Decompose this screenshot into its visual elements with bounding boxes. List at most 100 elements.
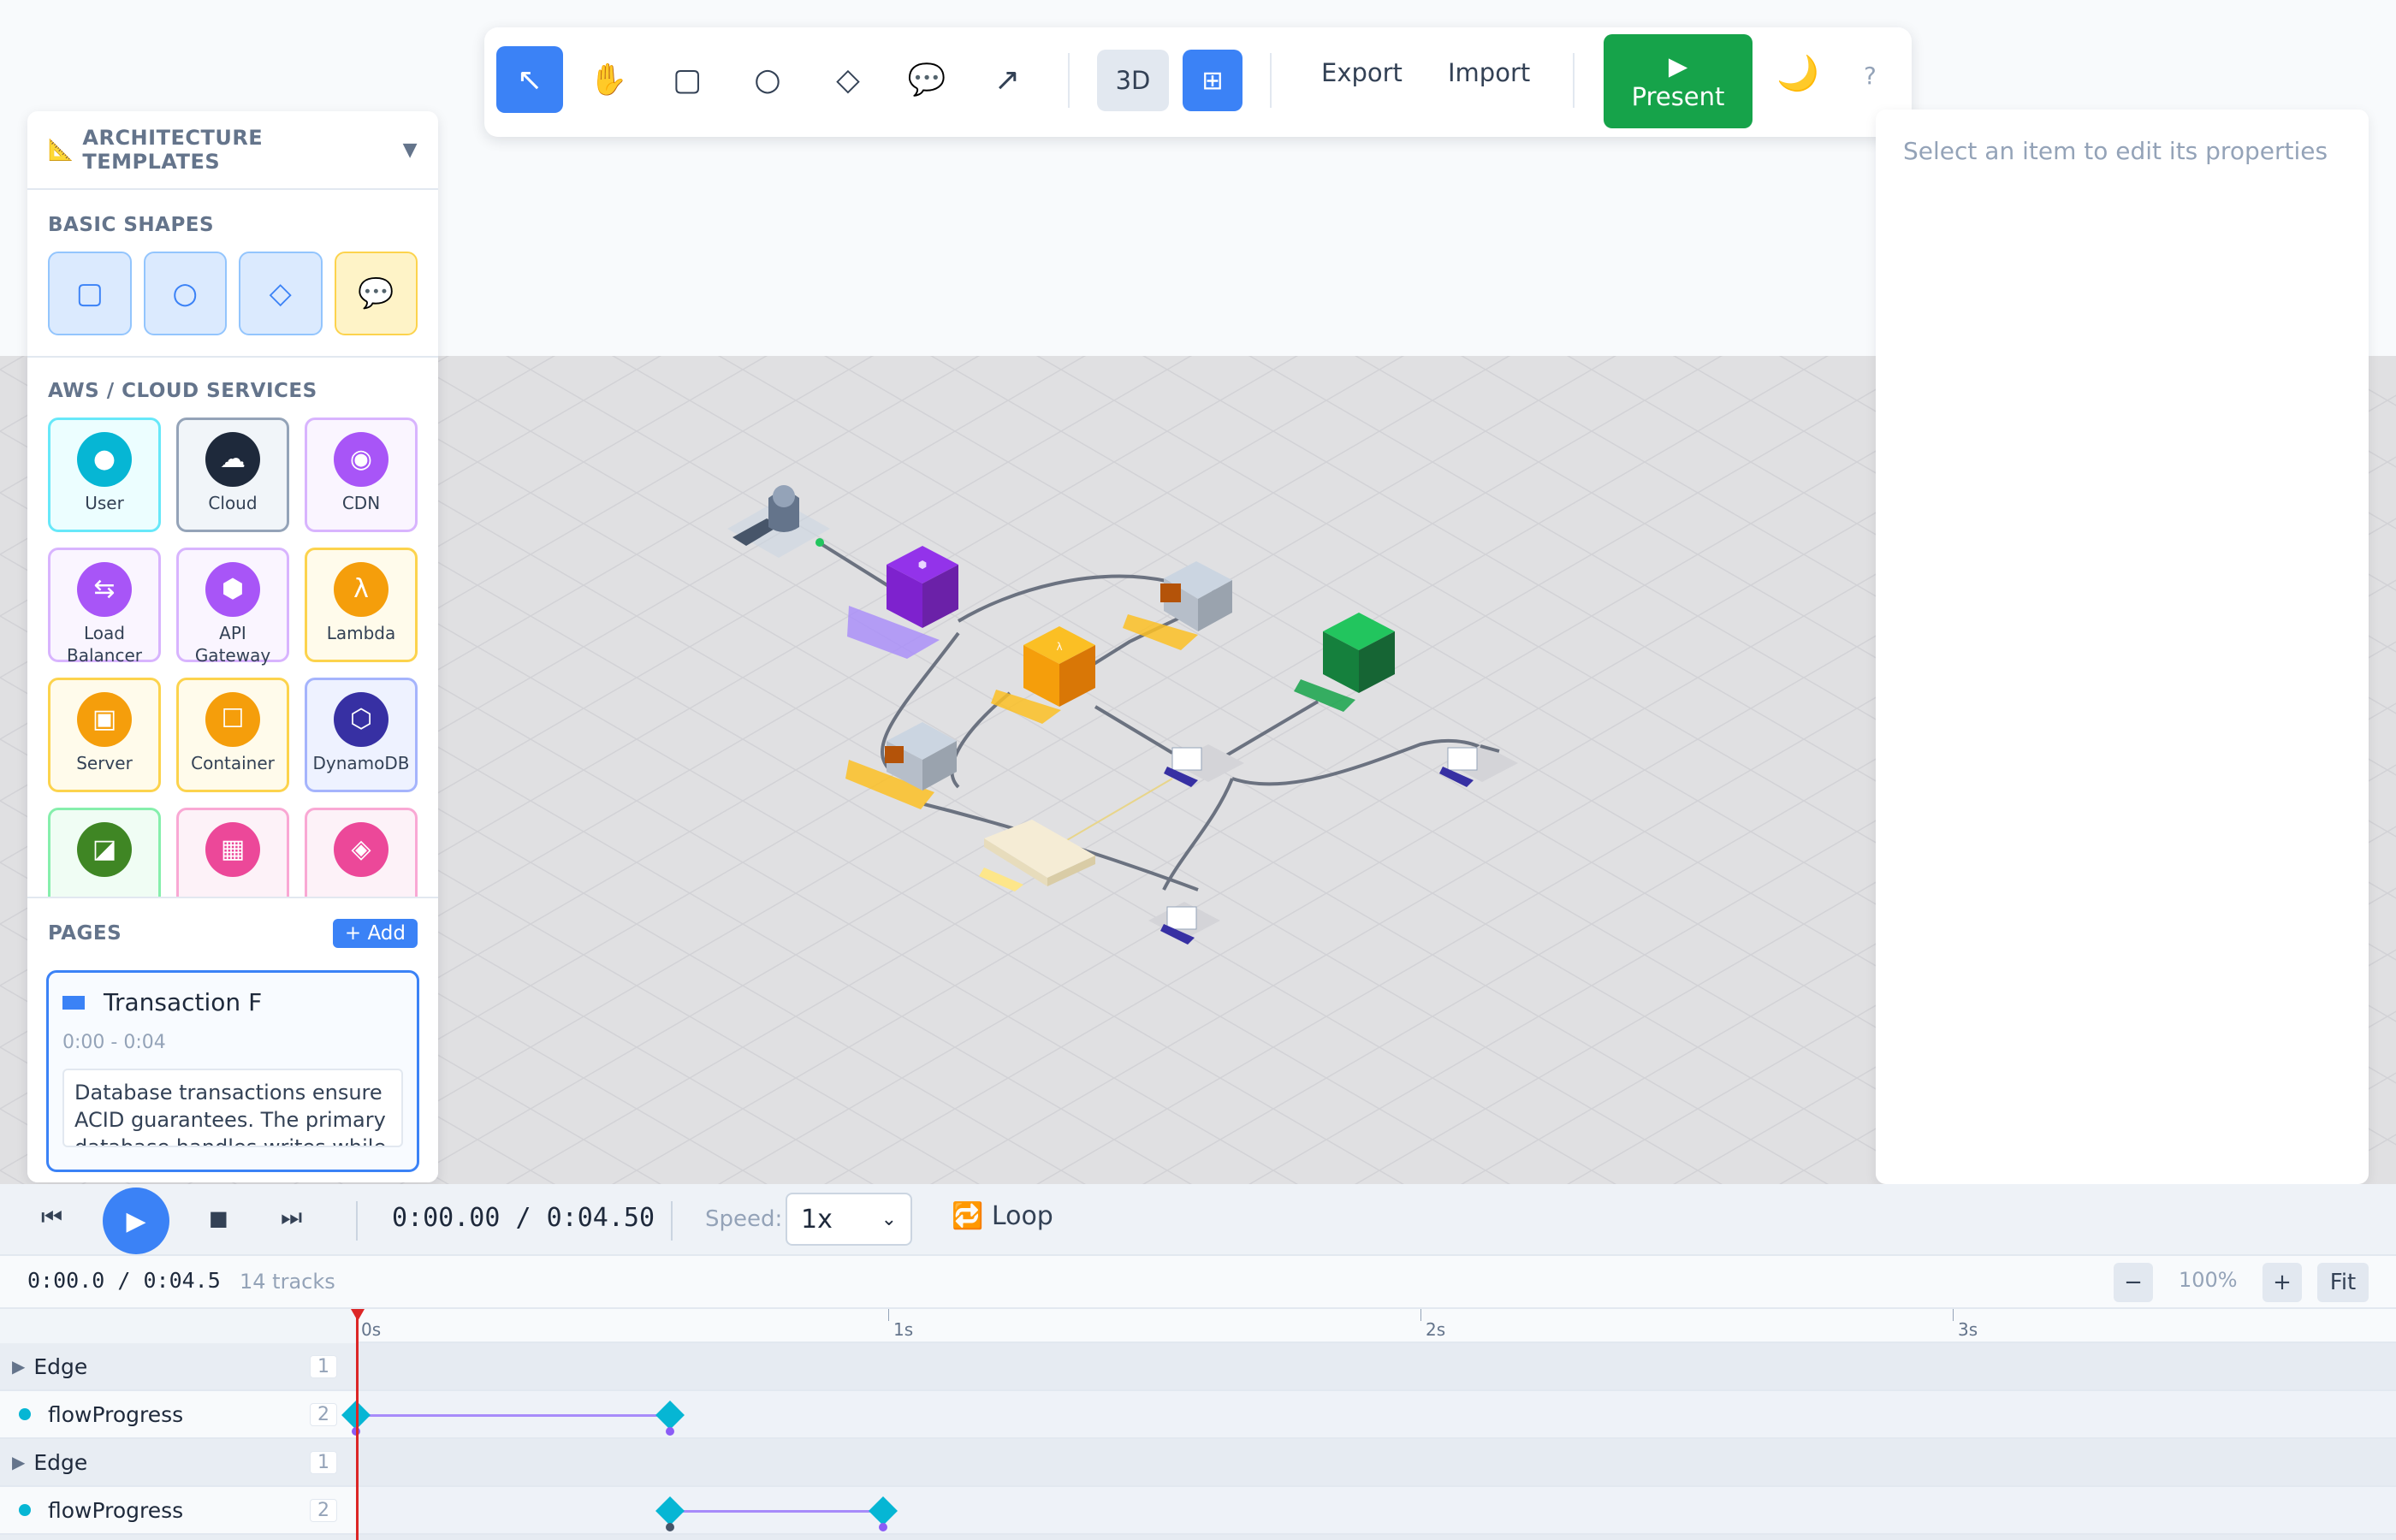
skip-back-icon[interactable]: ⏮ xyxy=(41,1203,62,1232)
playback-divider xyxy=(671,1201,673,1241)
speed-value: 1x xyxy=(801,1204,833,1235)
import-button[interactable]: Import xyxy=(1448,58,1530,87)
keyframe-easing-dot xyxy=(878,1523,887,1531)
select-tool-icon[interactable]: ↖ xyxy=(496,46,563,113)
ruler-tick-mark xyxy=(1953,1309,1954,1321)
circle-shape-icon[interactable]: ○ xyxy=(143,252,227,335)
templates-header[interactable]: 📐 ARCHITECTURE TEMPLATES ▼ xyxy=(27,111,438,190)
service-tile[interactable]: ◉ CDN xyxy=(305,418,418,532)
ruler-tick-label: 1s xyxy=(893,1319,914,1340)
play-icon: ▶ xyxy=(1668,51,1688,80)
track-label: Edge xyxy=(33,1449,88,1475)
chevron-down-icon: ⌄ xyxy=(881,1208,897,1230)
service-tile[interactable]: ● User xyxy=(48,418,161,532)
circle-tool-icon[interactable]: ○ xyxy=(734,46,801,113)
service-tile[interactable]: ⬢ API Gateway xyxy=(176,548,289,666)
help-icon[interactable]: ? xyxy=(1864,62,1877,90)
ruler-icon: 📐 xyxy=(48,138,74,162)
track-label: Edge xyxy=(33,1353,88,1379)
service-tile[interactable]: ☁ Cloud xyxy=(176,418,289,532)
service-label: DynamoDB xyxy=(312,753,410,773)
track-lane[interactable] xyxy=(356,1439,2396,1487)
basic-shapes-title: BASIC SHAPES xyxy=(48,214,215,236)
track-label: flowProgress xyxy=(48,1401,184,1427)
comment-tool-icon[interactable]: 💬 xyxy=(893,46,960,113)
timeline-header: 0:00.0 / 0:04.5 14 tracks − 100% + Fit xyxy=(0,1256,2396,1309)
play-button-icon[interactable]: ▶ xyxy=(103,1188,169,1254)
timeline-tracks: 0s 1s 2s 3s ▶ Edge 1 flowProgress 2 ▶ Edge 1 flowPr… xyxy=(0,1309,2396,1540)
stop-icon[interactable]: ■ xyxy=(209,1206,228,1230)
arrow-tool-icon[interactable]: ↗ xyxy=(974,46,1041,113)
rectangle-shape-icon[interactable]: ▢ xyxy=(48,252,132,335)
page-title[interactable]: Transaction F xyxy=(104,988,262,1016)
page-description-field[interactable]: Database transactions ensure ACID guaran… xyxy=(62,1069,403,1147)
page-card[interactable]: Transaction F 0:00 - 0:04 Database trans… xyxy=(46,970,419,1172)
fit-button[interactable]: Fit xyxy=(2317,1263,2369,1302)
templates-title: ARCHITECTURE TEMPLATES xyxy=(82,126,264,174)
service-label: Cloud xyxy=(208,493,258,513)
track-group-row[interactable]: ▶Edge1 xyxy=(0,1343,356,1391)
service-icon: ☁ xyxy=(205,432,260,487)
moon-icon[interactable]: 🌙 xyxy=(1776,53,1819,93)
track-count-badge: 1 xyxy=(310,1450,337,1474)
speech-bubble-shape-icon[interactable]: 💬 xyxy=(334,252,418,335)
service-icon: ⬢ xyxy=(205,562,260,617)
keyframe-easing-dot xyxy=(665,1523,674,1531)
view-3d-button[interactable]: 3D xyxy=(1097,50,1169,111)
ruler-tick-label: 3s xyxy=(1958,1319,1978,1340)
tracks-count: 14 tracks xyxy=(240,1270,335,1294)
toolbar-divider xyxy=(1270,53,1272,108)
pan-tool-icon[interactable]: ✋ xyxy=(575,46,642,113)
grid-toggle-icon[interactable]: ⊞ xyxy=(1183,50,1242,111)
track-group-row[interactable]: ▶Edge1 xyxy=(0,1535,356,1540)
track-property-row[interactable]: flowProgress 2 xyxy=(0,1487,356,1535)
present-label: Present xyxy=(1631,82,1725,111)
track-lane[interactable] xyxy=(356,1535,2396,1540)
diamond-tool-icon[interactable]: ◇ xyxy=(815,46,881,113)
present-button[interactable]: ▶ Present xyxy=(1604,34,1753,128)
zoom-out-button[interactable]: − xyxy=(2114,1263,2153,1302)
track-group-row[interactable]: ▶ Edge 1 xyxy=(0,1439,356,1487)
playhead[interactable] xyxy=(356,1309,359,1540)
expand-caret-icon[interactable]: ▶ xyxy=(12,1356,25,1377)
keyframe-span xyxy=(669,1510,883,1513)
add-page-button[interactable]: + Add xyxy=(332,919,418,948)
loop-icon: 🔁 xyxy=(952,1201,984,1231)
zoom-in-button[interactable]: + xyxy=(2263,1263,2302,1302)
service-icon: ● xyxy=(77,432,132,487)
basic-shapes-row: ▢ ○ ◇ 💬 xyxy=(27,252,438,335)
zoom-level: 100% xyxy=(2179,1268,2238,1292)
rectangle-tool-icon[interactable]: ▢ xyxy=(654,46,721,113)
track-lane[interactable] xyxy=(356,1343,2396,1391)
track-property-row[interactable]: flowProgress 2 xyxy=(0,1391,356,1439)
timeline-ruler[interactable]: 0s 1s 2s 3s xyxy=(356,1309,2396,1343)
loop-toggle[interactable]: 🔁 Loop xyxy=(952,1201,1053,1231)
ruler-tick-mark xyxy=(1420,1309,1421,1321)
service-label: Lambda xyxy=(326,623,396,643)
keyframe-span xyxy=(356,1414,670,1417)
speed-select[interactable]: 1x ⌄ xyxy=(786,1193,912,1246)
diamond-shape-icon[interactable]: ◇ xyxy=(239,252,323,335)
service-icon: λ xyxy=(334,562,388,617)
service-tile[interactable]: λ Lambda xyxy=(305,548,418,662)
service-tile[interactable]: ☐ Container xyxy=(176,678,289,792)
toolbar-divider xyxy=(1068,53,1070,108)
expand-caret-icon[interactable]: ▶ xyxy=(12,1452,25,1472)
playhead-handle-icon[interactable] xyxy=(351,1309,365,1321)
pages-title: PAGES xyxy=(48,922,122,945)
service-icon: ◉ xyxy=(334,432,388,487)
skip-forward-icon[interactable]: ⏭ xyxy=(281,1203,302,1232)
export-button[interactable]: Export xyxy=(1321,58,1403,87)
playback-divider xyxy=(356,1201,358,1241)
keyframe-easing-dot xyxy=(665,1427,674,1436)
track-count-badge: 2 xyxy=(310,1402,337,1426)
templates-sidebar: 📐 ARCHITECTURE TEMPLATES ▼ BASIC SHAPES … xyxy=(27,111,438,1182)
chevron-down-icon[interactable]: ▼ xyxy=(403,139,418,161)
service-tile[interactable]: ⇆ Load Balancer xyxy=(48,548,161,666)
service-icon: ◪ xyxy=(77,822,132,877)
main-toolbar: ↖ ✋ ▢ ○ ◇ 💬 ↗ 3D ⊞ Export Import ▶ Prese… xyxy=(484,27,1912,137)
speed-label: Speed: xyxy=(705,1206,783,1232)
service-tile[interactable]: ▣ Server xyxy=(48,678,161,792)
service-tile[interactable]: ⬡ DynamoDB xyxy=(305,678,418,792)
toolbar-divider xyxy=(1573,53,1575,108)
